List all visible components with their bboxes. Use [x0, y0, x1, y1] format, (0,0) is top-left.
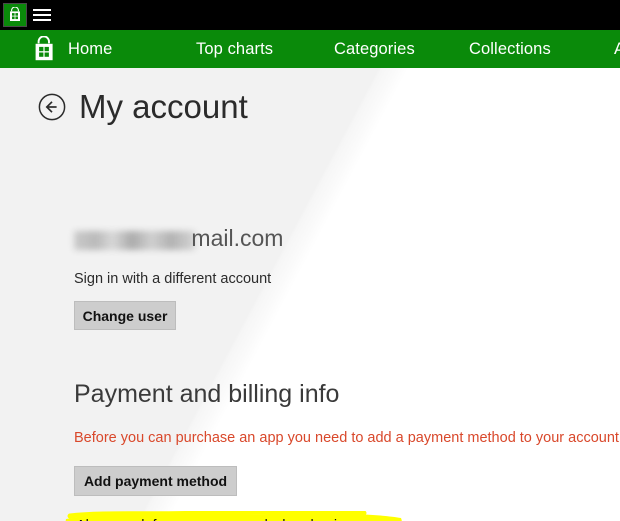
page-header: My account	[38, 88, 248, 126]
page-content: My account mail.com Sign in with a diffe…	[0, 68, 620, 521]
windows-store-bag-icon[interactable]	[3, 3, 27, 27]
hamburger-bar	[33, 14, 51, 16]
background-diagonal-wash	[0, 68, 620, 521]
hamburger-bar	[33, 19, 51, 21]
nav-item-home[interactable]: Home	[68, 39, 112, 59]
signin-different-account-text: Sign in with a different account	[74, 271, 272, 287]
account-email: mail.com	[74, 223, 287, 253]
account-email-suffix: mail.com	[191, 225, 284, 251]
change-user-button[interactable]: Change user	[74, 301, 176, 330]
nav-item-collections[interactable]: Collections	[469, 39, 551, 59]
hamburger-menu-icon[interactable]	[33, 7, 51, 23]
add-payment-method-button[interactable]: Add payment method	[74, 466, 237, 496]
payment-warning-text: Before you can purchase an app you need …	[74, 430, 620, 446]
nav-item-top-charts[interactable]: Top charts	[196, 39, 273, 59]
page-title: My account	[79, 88, 248, 125]
back-arrow-circle-icon[interactable]	[38, 93, 66, 121]
main-navigation-bar: Home Top charts Categories Collections A	[0, 30, 620, 68]
store-bag-icon[interactable]	[30, 36, 58, 63]
account-email-redacted	[74, 231, 196, 250]
password-setting-label: Always ask for your password when buying…	[76, 517, 402, 521]
nav-item-apps-partial[interactable]: A	[614, 39, 620, 59]
store-app-window: Home Top charts Categories Collections A…	[0, 0, 620, 521]
hamburger-bar	[33, 9, 51, 11]
nav-item-categories[interactable]: Categories	[334, 39, 415, 59]
payment-section-title: Payment and billing info	[74, 380, 340, 408]
title-bar	[0, 0, 620, 30]
